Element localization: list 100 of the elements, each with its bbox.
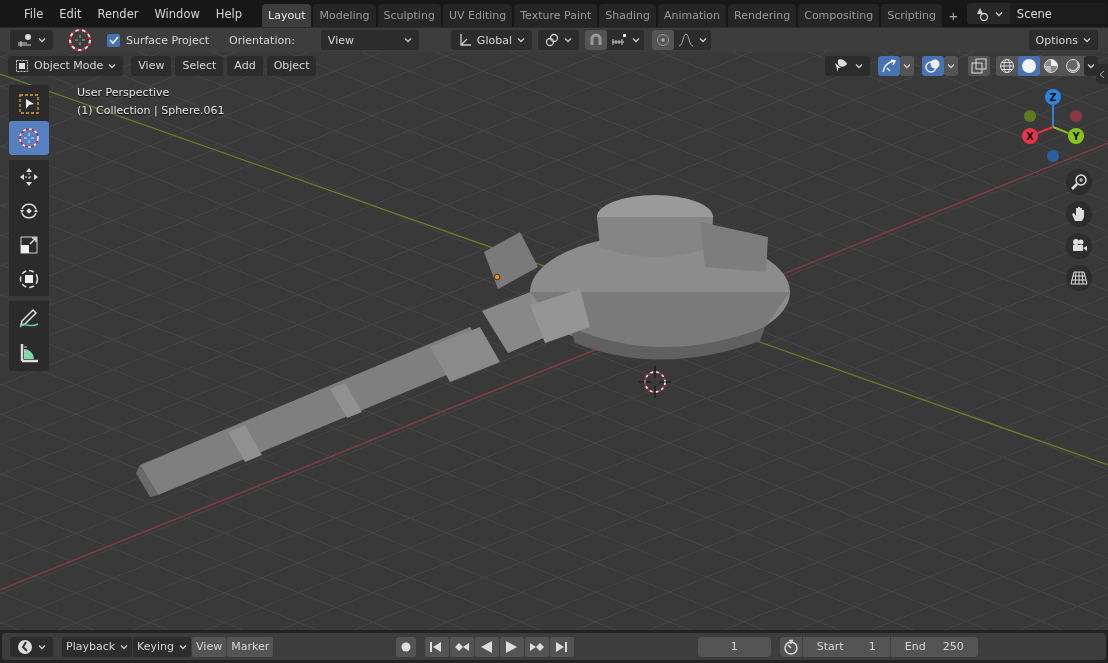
timeline-menu[interactable]: Playback bbox=[62, 636, 133, 657]
sidebar-toggle[interactable] bbox=[1096, 64, 1108, 84]
playback-button[interactable] bbox=[525, 636, 550, 657]
link-rings-icon bbox=[544, 33, 559, 47]
wireframe-sphere-icon bbox=[999, 57, 1015, 74]
tool-icon bbox=[17, 33, 33, 47]
menu-item[interactable]: Render bbox=[89, 6, 147, 21]
menu-item[interactable]: Help bbox=[207, 6, 251, 21]
pencil-icon bbox=[18, 307, 40, 329]
select-box-icon bbox=[18, 93, 40, 115]
caret-icon bbox=[403, 37, 412, 43]
gizmo-toggle[interactable] bbox=[878, 55, 900, 76]
workspace-tab[interactable]: Shading bbox=[599, 4, 656, 27]
orientation-dropdown[interactable]: View bbox=[320, 30, 419, 50]
playback-button[interactable] bbox=[425, 636, 450, 657]
zoom-icon bbox=[1070, 173, 1088, 191]
pivot-point-dropdown[interactable] bbox=[537, 30, 579, 50]
move-arrows-icon bbox=[18, 166, 40, 188]
gizmo-dropdown[interactable] bbox=[900, 55, 914, 76]
playback-button[interactable] bbox=[500, 636, 525, 657]
options-dropdown[interactable]: Options bbox=[1028, 30, 1098, 50]
record-dot-icon bbox=[401, 641, 412, 652]
current-frame-field[interactable]: 1 bbox=[697, 636, 771, 657]
orientation-label: Orientation: bbox=[229, 33, 295, 47]
selectability-dropdown[interactable] bbox=[825, 55, 870, 76]
playback-button[interactable] bbox=[475, 636, 500, 657]
record-button[interactable] bbox=[396, 636, 417, 657]
workspace-tab[interactable]: Sculpting bbox=[377, 4, 441, 27]
proportional-circle-icon bbox=[655, 33, 670, 47]
clock-icon bbox=[17, 638, 33, 655]
workspace-tab[interactable]: Compositing bbox=[798, 4, 880, 27]
shading-mode-button[interactable] bbox=[1018, 55, 1040, 76]
cursor-tool-icon[interactable] bbox=[67, 27, 93, 53]
scene-name-field[interactable]: Scene bbox=[1009, 3, 1106, 24]
caret-icon bbox=[994, 10, 1003, 17]
caret-icon bbox=[38, 643, 46, 650]
workspace-tab[interactable]: Scripting bbox=[881, 4, 943, 27]
caret-icon bbox=[38, 37, 46, 43]
snap-increment-icon bbox=[610, 33, 627, 47]
solid-sphere-icon bbox=[1021, 57, 1037, 74]
3d-cursor-icon bbox=[638, 365, 672, 399]
scale-icon bbox=[18, 234, 40, 256]
playback-button[interactable] bbox=[450, 636, 475, 657]
preview-range-toggle[interactable] bbox=[779, 636, 802, 657]
chevron-left-icon bbox=[1099, 69, 1105, 79]
workspace-tab[interactable]: Rendering bbox=[728, 4, 797, 27]
xray-toggle[interactable] bbox=[968, 55, 990, 76]
axes-icon bbox=[457, 33, 472, 47]
caret-icon bbox=[108, 62, 117, 69]
workspace-tab[interactable]: Texture Paint bbox=[514, 4, 598, 27]
workspace-tab[interactable]: Animation bbox=[657, 4, 727, 27]
workspace-tab[interactable]: Modeling bbox=[313, 4, 376, 27]
origin-dot bbox=[493, 273, 501, 281]
xray-squares-icon bbox=[971, 57, 987, 74]
proportional-editing-toggle[interactable] bbox=[651, 30, 674, 50]
overlays-dropdown[interactable] bbox=[944, 55, 958, 76]
object-mode-dropdown[interactable]: Object Mode bbox=[8, 55, 124, 76]
timeline-menu[interactable]: Marker bbox=[227, 636, 274, 657]
playback-button[interactable] bbox=[550, 636, 575, 657]
start-frame-field[interactable]: Start 1 bbox=[802, 636, 890, 657]
timeline-menu[interactable]: View bbox=[192, 636, 227, 657]
add-workspace-button[interactable]: + bbox=[944, 4, 963, 27]
caret-icon bbox=[563, 37, 572, 43]
caret-icon bbox=[516, 37, 525, 43]
caret-icon bbox=[947, 62, 955, 69]
header-menu[interactable]: View bbox=[131, 55, 172, 76]
rendered-sphere-icon bbox=[1065, 57, 1081, 74]
tool-icon-dropdown[interactable] bbox=[10, 30, 53, 50]
caret-icon bbox=[903, 62, 911, 69]
caret-icon bbox=[179, 643, 188, 650]
gizmo-arrow-icon bbox=[881, 57, 897, 74]
caret-icon bbox=[1083, 37, 1091, 43]
transform-icon bbox=[18, 268, 40, 290]
end-frame-field[interactable]: End 250 bbox=[890, 636, 978, 657]
menu-item[interactable]: File bbox=[16, 6, 52, 21]
object-info: (1) Collection | Sphere.061 bbox=[77, 104, 225, 117]
menu-item[interactable]: Window bbox=[146, 6, 208, 21]
checkmark-icon bbox=[108, 36, 119, 44]
eye-pointer-icon bbox=[832, 58, 850, 73]
ruler-icon bbox=[18, 341, 40, 363]
cursor-tool-icon bbox=[18, 127, 40, 149]
material-sphere-icon bbox=[1043, 57, 1059, 74]
header-menu[interactable]: Select bbox=[175, 55, 224, 76]
header-menu[interactable]: Add bbox=[227, 55, 263, 76]
snap-toggle[interactable] bbox=[584, 30, 607, 50]
surface-project-checkbox[interactable] bbox=[107, 33, 120, 47]
transform-orientation-dropdown[interactable]: Global bbox=[450, 30, 532, 50]
caret-icon bbox=[855, 62, 863, 69]
workspace-tab[interactable]: UV Editing bbox=[442, 4, 513, 27]
timeline-menu[interactable]: Keying bbox=[133, 636, 192, 657]
workspace-tab[interactable]: Layout bbox=[262, 4, 312, 27]
magnet-icon bbox=[588, 33, 603, 47]
editor-type-dropdown[interactable] bbox=[10, 636, 53, 657]
overlays-toggle[interactable] bbox=[922, 55, 944, 76]
overlay-circles-icon bbox=[925, 57, 941, 74]
menu-item[interactable]: Edit bbox=[51, 6, 90, 21]
grid-plane-icon bbox=[1070, 269, 1088, 287]
surface-project-label: Surface Project bbox=[126, 33, 210, 47]
caret-icon bbox=[698, 37, 707, 43]
caret-icon bbox=[631, 37, 640, 43]
